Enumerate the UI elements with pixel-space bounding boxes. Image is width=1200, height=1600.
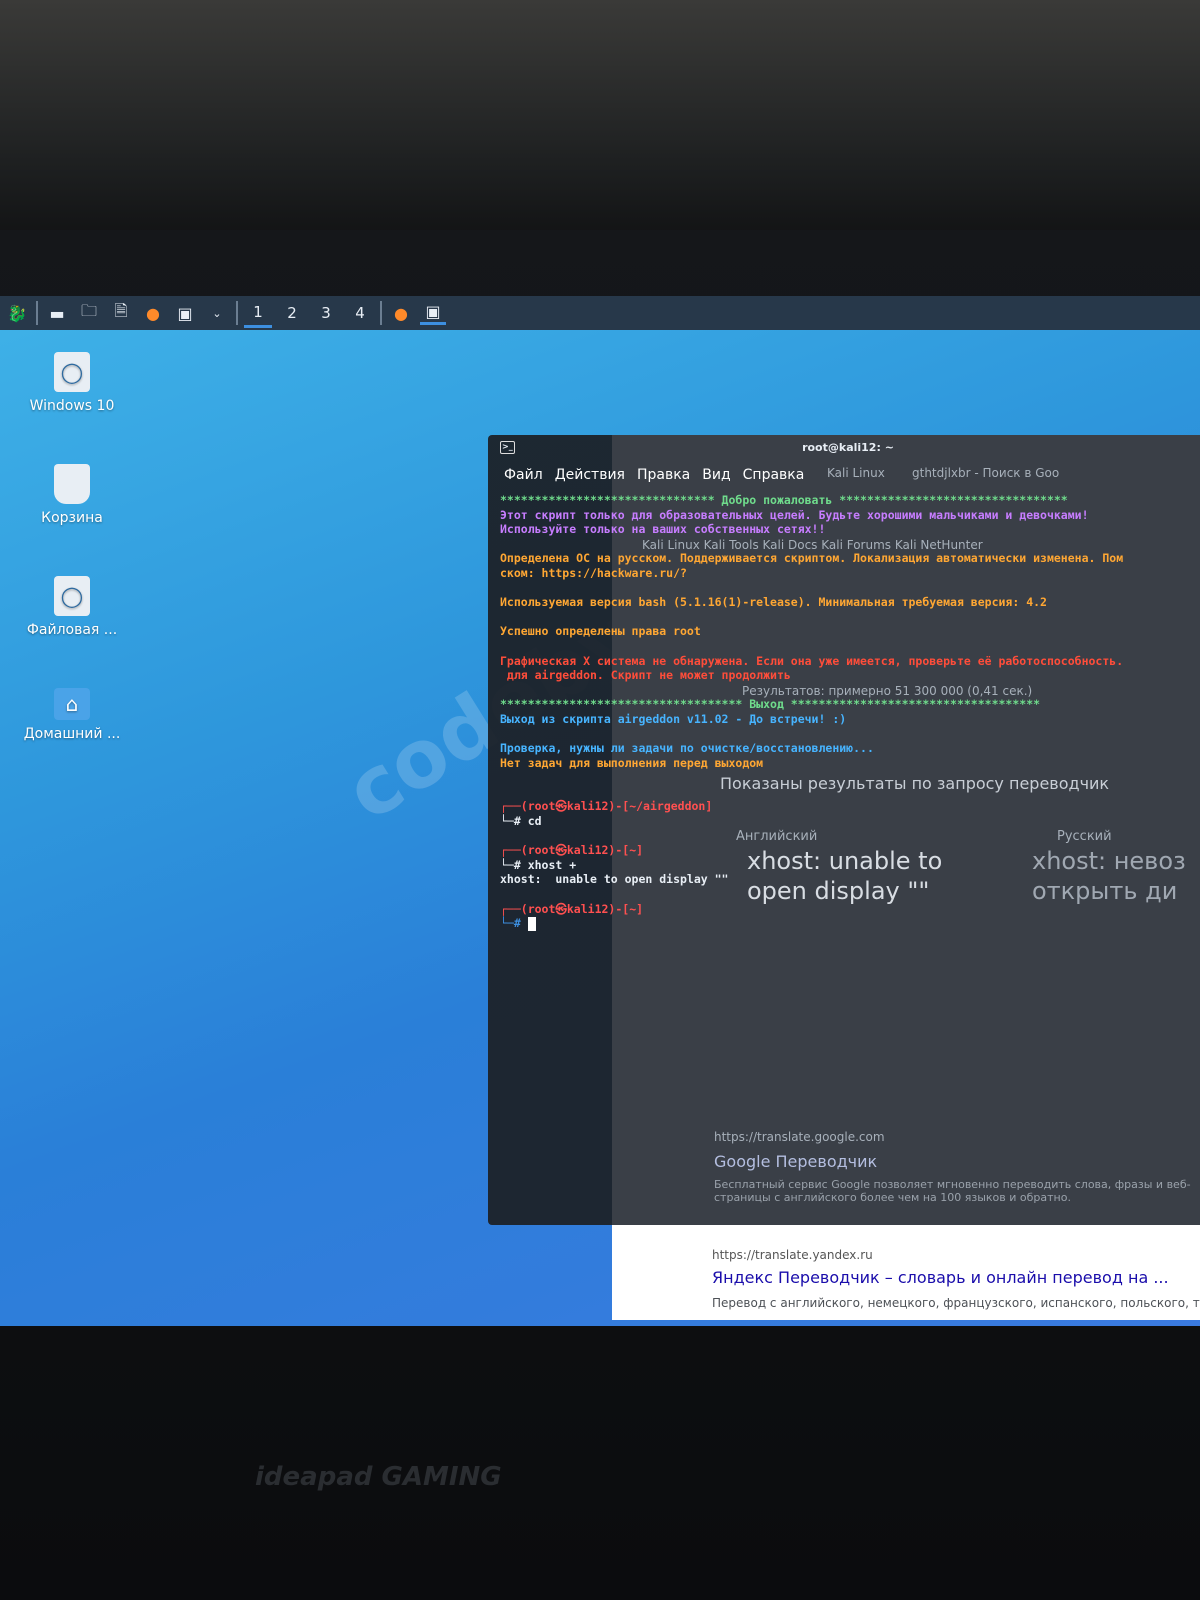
result-url[interactable]: https://translate.google.com	[714, 1130, 885, 1144]
desktop-icon-home[interactable]: ⌂ Домашний ...	[22, 688, 122, 742]
files-icon[interactable]: 🗀	[76, 301, 102, 325]
terminal-task-icon[interactable]: ▣	[420, 301, 446, 325]
menu-file[interactable]: Файл	[504, 467, 543, 483]
kali-menu-icon[interactable]: 🐉	[4, 301, 30, 325]
results-count: Результатов: примерно 51 300 000 (0,41 с…	[742, 684, 1033, 698]
browser-tab[interactable]: gthtdjlxbr - Поиск в Goo	[912, 466, 1059, 480]
bookmarks-bar[interactable]: Kali Linux Kali Tools Kali Docs Kali For…	[642, 538, 983, 552]
taskbar: 🐉 ▬ 🗀 🗎 ● ▣ ⌄ 1 2 3 4 ● ▣	[0, 296, 1200, 330]
desktop-icon-filesystem[interactable]: ◯ Файловая ...	[22, 576, 122, 638]
drive-icon: ◯	[54, 576, 90, 616]
result-url[interactable]: https://translate.yandex.ru	[712, 1248, 873, 1262]
workspace-4[interactable]: 4	[346, 298, 374, 328]
result-title[interactable]: Google Переводчик	[714, 1152, 877, 1171]
workspace-1[interactable]: 1	[244, 298, 272, 328]
divider	[380, 301, 382, 325]
desktop-icon-windows10[interactable]: ◯ Windows 10	[22, 352, 122, 414]
drive-icon: ◯	[54, 352, 90, 392]
terminal-icon: >_	[500, 441, 515, 454]
browser-tab[interactable]: Kali Linux	[827, 466, 885, 480]
desktop-icon-trash[interactable]: Корзина	[22, 464, 122, 526]
firefox-icon[interactable]: ●	[140, 301, 166, 325]
show-desktop-icon[interactable]: ▬	[44, 301, 70, 325]
divider	[236, 301, 238, 325]
source-language[interactable]: Английский	[736, 829, 817, 844]
background-room	[0, 0, 1200, 240]
translate-source-text[interactable]: xhost: unable to open display ""	[747, 846, 977, 906]
divider	[36, 301, 38, 325]
workspace-2[interactable]: 2	[278, 298, 306, 328]
result-title[interactable]: Яндекс Переводчик – словарь и онлайн пер…	[712, 1268, 1169, 1287]
text-cursor	[527, 916, 536, 931]
spelling-notice: Показаны результаты по запросу переводчи…	[720, 774, 1110, 793]
workspace-3[interactable]: 3	[312, 298, 340, 328]
terminal-icon[interactable]: ▣	[172, 301, 198, 325]
translate-result-text: xhost: невоз открыть ди	[1032, 847, 1186, 905]
text-editor-icon[interactable]: 🗎	[108, 301, 134, 325]
screen: 🐉 ▬ 🗀 🗎 ● ▣ ⌄ 1 2 3 4 ● ▣ ◯ Windows 10 Ко…	[0, 296, 1200, 1326]
laptop-brand-logo: ideapad GAMING	[255, 1462, 502, 1492]
browser-window: Kali Linux gthtdjlxbr - Поиск в Goo Kali…	[612, 440, 1200, 1320]
trash-icon	[54, 464, 90, 504]
shell-prompt-input[interactable]: └─#	[500, 916, 528, 930]
firefox-task-icon[interactable]: ●	[388, 301, 414, 325]
result-description: Бесплатный сервис Google позволяет мгнов…	[714, 1178, 1191, 1204]
chevron-down-icon[interactable]: ⌄	[204, 301, 230, 325]
result-description: Перевод с английского, немецкого, францу…	[712, 1296, 1200, 1310]
target-language[interactable]: Русский	[1057, 829, 1112, 844]
home-folder-icon: ⌂	[54, 688, 90, 720]
